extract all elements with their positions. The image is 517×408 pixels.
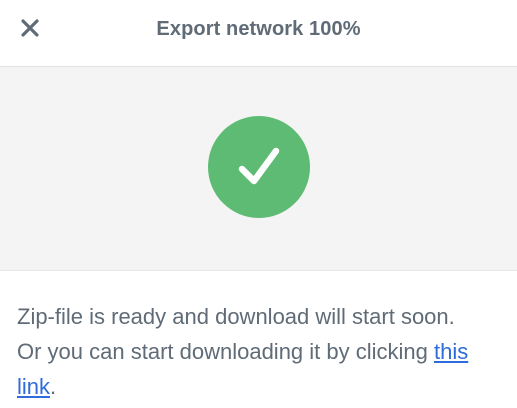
dialog-header: Export network 100%	[0, 0, 517, 67]
export-dialog: Export network 100% Zip-file is ready an…	[0, 0, 517, 408]
dialog-title: Export network 100%	[156, 17, 361, 40]
status-message: Zip-file is ready and download will star…	[0, 271, 517, 404]
success-badge	[207, 115, 310, 218]
close-button[interactable]	[20, 18, 40, 38]
message-line-2: Or you can start downloading it by click…	[17, 339, 428, 364]
status-panel	[0, 67, 517, 271]
close-icon	[21, 19, 39, 37]
checkmark-icon	[238, 147, 279, 184]
message-line-1: Zip-file is ready and download will star…	[17, 304, 455, 329]
message-end: .	[50, 374, 57, 399]
